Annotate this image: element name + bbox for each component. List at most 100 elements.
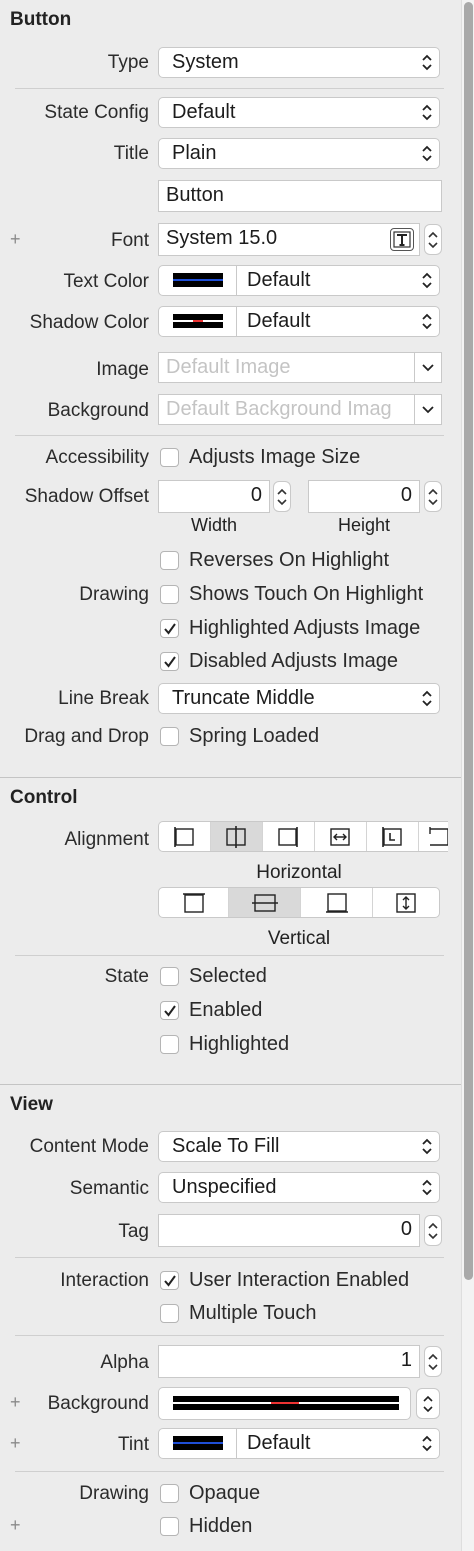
section-separator bbox=[0, 1084, 462, 1085]
align-top-icon bbox=[182, 892, 205, 913]
line-break-label: Line Break bbox=[58, 688, 149, 709]
add-variation-hidden-button[interactable]: + bbox=[10, 1515, 21, 1536]
content-mode-popup[interactable]: Scale To Fill bbox=[158, 1131, 440, 1162]
background-dropdown[interactable] bbox=[416, 1388, 440, 1419]
align-leading-icon bbox=[382, 826, 402, 847]
align-vertical-fill-segment[interactable] bbox=[373, 888, 439, 917]
multiple-touch-checkbox[interactable] bbox=[160, 1304, 179, 1323]
adjusts-image-size-label: Adjusts Image Size bbox=[189, 446, 361, 468]
font-field[interactable]: System 15.0 bbox=[158, 223, 420, 256]
alignment-label: Alignment bbox=[64, 829, 150, 850]
align-left-icon bbox=[174, 826, 195, 847]
updown-chevron-icon bbox=[422, 272, 432, 289]
selected-checkbox[interactable] bbox=[160, 967, 179, 986]
stepper-icon bbox=[428, 488, 438, 506]
align-fill-segment[interactable] bbox=[315, 822, 367, 851]
content-mode-value: Scale To Fill bbox=[172, 1135, 280, 1157]
stepper-icon bbox=[428, 231, 438, 249]
updown-chevron-icon bbox=[422, 54, 432, 71]
title-style-popup[interactable]: Plain bbox=[158, 138, 440, 169]
semantic-popup[interactable]: Unspecified bbox=[158, 1172, 440, 1203]
highlighted-adjusts-image-checkbox[interactable] bbox=[160, 619, 179, 638]
shadow-offset-width-field[interactable]: 0 bbox=[158, 480, 270, 513]
hidden-checkbox[interactable] bbox=[160, 1517, 179, 1536]
text-color-value: Default bbox=[247, 269, 311, 291]
title-label: Title bbox=[113, 143, 149, 164]
drawing-label: Drawing bbox=[79, 584, 149, 605]
tag-label: Tag bbox=[118, 1221, 149, 1242]
vertical-scrollbar[interactable] bbox=[461, 0, 474, 1551]
shadow-width-stepper[interactable] bbox=[273, 481, 291, 512]
shadow-offset-label: Shadow Offset bbox=[24, 486, 149, 507]
vertical-alignment-control[interactable] bbox=[158, 887, 440, 918]
font-size-stepper[interactable] bbox=[424, 224, 442, 255]
alpha-field[interactable]: 1 bbox=[158, 1345, 420, 1378]
align-right-segment[interactable] bbox=[263, 822, 315, 851]
section-separator bbox=[0, 777, 462, 778]
adjusts-image-size-checkbox[interactable] bbox=[160, 448, 179, 467]
align-middle-segment[interactable] bbox=[229, 888, 301, 917]
line-break-popup[interactable]: Truncate Middle bbox=[158, 683, 440, 714]
background-image-placeholder: Default Background Imag bbox=[166, 398, 392, 420]
spring-loaded-checkbox[interactable] bbox=[160, 727, 179, 746]
image-label: Image bbox=[96, 359, 149, 380]
align-fill-icon bbox=[330, 827, 350, 846]
align-middle-icon bbox=[251, 893, 278, 912]
reverses-on-highlight-checkbox[interactable] bbox=[160, 551, 179, 570]
shows-touch-on-highlight-checkbox[interactable] bbox=[160, 585, 179, 604]
updown-chevron-icon bbox=[423, 1395, 433, 1413]
horizontal-alignment-control[interactable] bbox=[158, 821, 448, 852]
highlighted-checkbox[interactable] bbox=[160, 1035, 179, 1054]
font-picker-icon[interactable] bbox=[390, 228, 414, 251]
enabled-checkbox[interactable] bbox=[160, 1001, 179, 1020]
type-label: Type bbox=[107, 52, 149, 73]
shadow-height-stepper[interactable] bbox=[424, 481, 442, 512]
updown-chevron-icon bbox=[422, 145, 432, 162]
type-popup[interactable]: System bbox=[158, 47, 440, 78]
disabled-adjusts-image-checkbox[interactable] bbox=[160, 652, 179, 671]
shadow-color-label: Shadow Color bbox=[29, 312, 149, 333]
view-background-color-well[interactable] bbox=[158, 1387, 411, 1420]
alpha-stepper[interactable] bbox=[424, 1346, 442, 1377]
updown-chevron-icon bbox=[422, 1138, 432, 1155]
stepper-icon bbox=[428, 1222, 438, 1240]
reverses-on-highlight-label: Reverses On Highlight bbox=[189, 549, 390, 571]
align-top-segment[interactable] bbox=[159, 888, 229, 917]
align-leading-segment[interactable] bbox=[367, 822, 419, 851]
align-trailing-segment[interactable] bbox=[419, 822, 448, 851]
align-bottom-segment[interactable] bbox=[301, 888, 373, 917]
tint-label: Tint bbox=[118, 1434, 149, 1455]
background-image-combo-box[interactable]: Default Background Imag bbox=[158, 394, 442, 425]
tint-popup[interactable]: Default bbox=[158, 1428, 440, 1459]
scrollbar-thumb[interactable] bbox=[464, 2, 473, 1280]
highlighted-adjusts-image-label: Highlighted Adjusts Image bbox=[189, 617, 421, 639]
align-center-icon bbox=[226, 825, 247, 848]
text-color-popup[interactable]: Default bbox=[158, 265, 440, 296]
updown-chevron-icon bbox=[422, 104, 432, 121]
image-combo-box[interactable]: Default Image bbox=[158, 352, 442, 383]
tag-field[interactable]: 0 bbox=[158, 1214, 420, 1247]
spring-loaded-label: Spring Loaded bbox=[189, 725, 320, 747]
state-config-popup[interactable]: Default bbox=[158, 97, 440, 128]
title-text-field[interactable]: Button bbox=[158, 180, 442, 212]
shadow-offset-height-field[interactable]: 0 bbox=[308, 480, 420, 513]
align-center-segment[interactable] bbox=[210, 822, 263, 851]
separator bbox=[15, 1335, 444, 1336]
type-value: System bbox=[172, 51, 239, 73]
image-dropdown-button[interactable] bbox=[414, 353, 441, 382]
tint-color-swatch bbox=[159, 1429, 237, 1458]
background-image-dropdown-button[interactable] bbox=[414, 395, 441, 424]
tint-value: Default bbox=[247, 1432, 311, 1454]
text-color-label: Text Color bbox=[63, 271, 149, 292]
shadow-color-value: Default bbox=[247, 310, 311, 332]
shadow-color-swatch bbox=[159, 307, 237, 336]
width-caption: Width bbox=[190, 515, 237, 535]
align-left-segment[interactable] bbox=[159, 822, 211, 851]
tag-stepper[interactable] bbox=[424, 1215, 442, 1246]
shows-touch-on-highlight-label: Shows Touch On Highlight bbox=[189, 583, 424, 605]
accessibility-label: Accessibility bbox=[45, 447, 149, 468]
shadow-color-popup[interactable]: Default bbox=[158, 306, 440, 337]
title-style-value: Plain bbox=[172, 142, 217, 164]
user-interaction-enabled-checkbox[interactable] bbox=[160, 1271, 179, 1290]
opaque-checkbox[interactable] bbox=[160, 1484, 179, 1503]
